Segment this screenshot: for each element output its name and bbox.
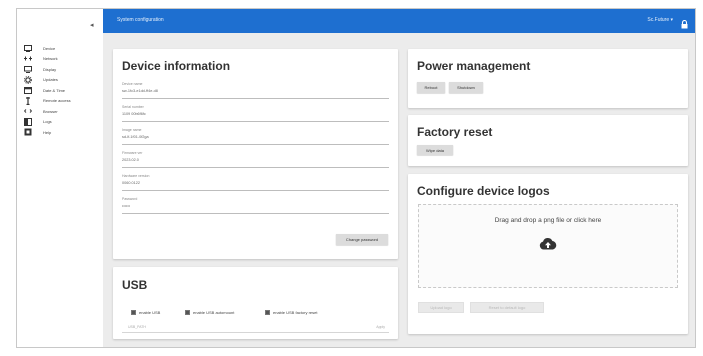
input-placeholder: USB_PATH xyxy=(128,325,146,329)
configure-device-logos-card: Configure device logos Drag and drop a p… xyxy=(408,174,688,334)
configure-device-logos-title: Configure device logos xyxy=(417,184,550,198)
enable-usb-checkbox[interactable]: enable USB xyxy=(131,310,160,315)
logs-icon xyxy=(23,117,33,126)
network-icon xyxy=(23,55,33,63)
field-value: •••••• xyxy=(122,204,130,208)
field-label: Firmware ver xyxy=(122,151,143,155)
serial-number-field[interactable]: Serial number 1109 00b6f6fc xyxy=(122,105,389,122)
sidebar-item-label: Network xyxy=(43,56,58,62)
field-value: sd-lf-1f01-0f2ga xyxy=(122,135,149,139)
checkbox-label: enable USB factory reset xyxy=(273,310,318,315)
change-password-button[interactable]: Change password xyxy=(336,234,388,245)
apply-button[interactable]: Apply xyxy=(376,325,385,329)
top-app-bar: System configuration Sc.Future ▾ xyxy=(103,9,695,33)
field-label: Hardware version xyxy=(122,174,150,178)
device-icon xyxy=(23,44,33,52)
logo-dropzone[interactable]: Drag and drop a png file or click here xyxy=(418,204,678,288)
collapse-sidebar-icon[interactable]: ◂ xyxy=(90,21,94,29)
sidebar-item-label: Device xyxy=(43,45,56,51)
sidebar-item-label: Browser xyxy=(43,108,58,114)
sidebar-nav: Device Network Display Updates Date & Ti… xyxy=(23,43,71,138)
wipe-data-button[interactable]: Wipe data xyxy=(417,145,453,155)
lock-icon[interactable] xyxy=(681,16,688,34)
password-field[interactable]: Password •••••• xyxy=(122,197,389,214)
checkbox-icon xyxy=(265,310,270,315)
sidebar-item-label: Remote access xyxy=(43,98,71,104)
sidebar-item-label: Date & Time xyxy=(43,87,66,93)
hardware-version-field[interactable]: Hardware version 0060.0122 xyxy=(122,174,389,191)
field-label: Device name xyxy=(122,82,143,86)
help-icon xyxy=(23,128,33,136)
factory-reset-card: Factory reset Wipe data xyxy=(408,115,688,166)
firmware-version-field[interactable]: Firmware ver 2023.02.0 xyxy=(122,151,389,168)
power-management-card: Power management Reboot Shutdown xyxy=(408,49,688,108)
updates-icon xyxy=(23,75,33,84)
field-label: Serial number xyxy=(122,105,144,109)
sidebar-item-browser[interactable]: Browser xyxy=(23,106,71,117)
power-management-title: Power management xyxy=(417,59,531,73)
sidebar-item-device[interactable]: Device xyxy=(23,43,71,54)
checkbox-label: enable USB automount xyxy=(193,310,235,315)
device-name-field[interactable]: Device name sw-1fc3-e1dd-ff4e-d8 xyxy=(122,82,389,99)
browser-icon xyxy=(23,107,33,115)
device-information-card: Device information Device name sw-1fc3-e… xyxy=(113,49,398,259)
image-name-field[interactable]: Image name sd-lf-1f01-0f2ga xyxy=(122,128,389,145)
sidebar-item-help[interactable]: Help xyxy=(23,127,71,138)
checkbox-icon xyxy=(131,310,136,315)
calendar-icon xyxy=(23,86,33,95)
reboot-button[interactable]: Reboot xyxy=(417,82,445,93)
sidebar-item-date-time[interactable]: Date & Time xyxy=(23,85,71,96)
sidebar-item-logs[interactable]: Logs xyxy=(23,117,71,128)
sidebar-item-updates[interactable]: Updates xyxy=(23,75,71,86)
reset-default-logo-button[interactable]: Reset to default logo xyxy=(470,302,544,313)
sidebar-item-display[interactable]: Display xyxy=(23,64,71,75)
shutdown-button[interactable]: Shutdown xyxy=(449,82,483,93)
usb-card: USB enable USB enable USB automount enab… xyxy=(113,267,398,339)
field-value: sw-1fc3-e1dd-ff4e-d8 xyxy=(122,89,158,93)
main-content: System configuration Sc.Future ▾ Device … xyxy=(103,9,695,347)
field-value: 1109 00b6f6fc xyxy=(122,112,146,116)
cloud-upload-icon xyxy=(539,237,557,255)
field-value: 0060.0122 xyxy=(122,181,140,185)
remote-access-icon xyxy=(23,96,33,105)
sidebar-item-network[interactable]: Network xyxy=(23,54,71,65)
device-information-title: Device information xyxy=(122,59,231,73)
field-label: Image name xyxy=(122,128,142,132)
sidebar-item-label: Updates xyxy=(43,77,58,83)
sidebar-item-label: Help xyxy=(43,129,52,135)
checkbox-icon xyxy=(185,310,190,315)
dropzone-text: Drag and drop a png file or click here xyxy=(494,217,602,224)
field-label: Password xyxy=(122,197,138,201)
checkbox-label: enable USB xyxy=(139,310,161,315)
display-icon xyxy=(23,65,33,73)
app-title: System configuration xyxy=(117,17,164,23)
sidebar-item-label: Display xyxy=(43,66,57,72)
sidebar: ◂ Device Network Display Updates Date & … xyxy=(17,9,103,347)
factory-reset-title: Factory reset xyxy=(417,125,493,139)
field-value: 2023.02.0 xyxy=(122,158,139,162)
sidebar-item-remote-access[interactable]: Remote access xyxy=(23,96,71,107)
enable-usb-automount-checkbox[interactable]: enable USB automount xyxy=(185,310,234,315)
usb-path-input[interactable]: USB_PATH Apply xyxy=(122,323,389,333)
usb-title: USB xyxy=(122,278,148,292)
upload-logo-button[interactable]: Upload logo xyxy=(418,302,464,313)
sidebar-item-label: Logs xyxy=(43,119,52,125)
user-menu[interactable]: Sc.Future ▾ xyxy=(647,17,673,23)
app-window: ◂ Device Network Display Updates Date & … xyxy=(16,8,696,348)
enable-usb-factory-reset-checkbox[interactable]: enable USB factory reset xyxy=(265,310,317,315)
